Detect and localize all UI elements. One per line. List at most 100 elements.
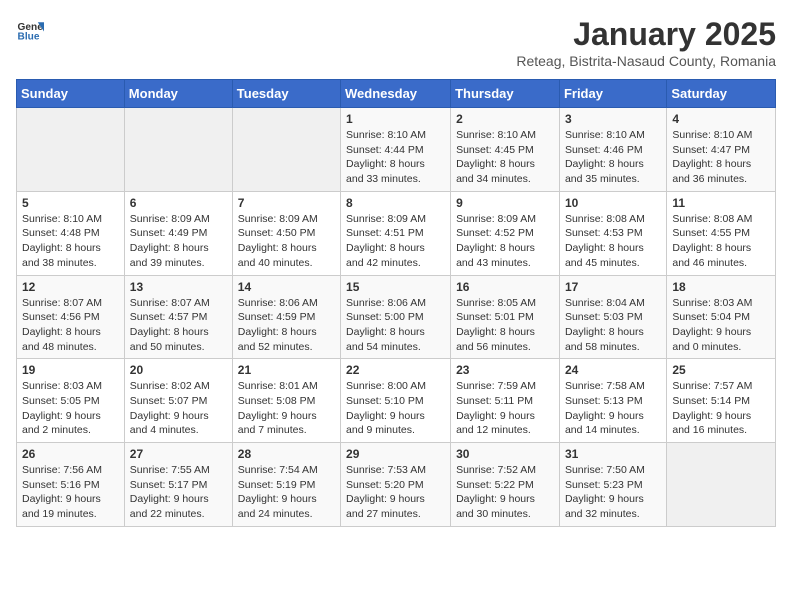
calendar-cell: 25 Sunrise: 7:57 AM Sunset: 5:14 PM Dayli… [667,359,776,443]
day-info: Sunrise: 8:00 AM Sunset: 5:10 PM Dayligh… [346,379,445,438]
day-info: Sunrise: 8:01 AM Sunset: 5:08 PM Dayligh… [238,379,335,438]
calendar-cell: 19 Sunrise: 8:03 AM Sunset: 5:05 PM Dayli… [17,359,125,443]
day-info: Sunrise: 8:05 AM Sunset: 5:01 PM Dayligh… [456,296,554,355]
calendar-cell: 1 Sunrise: 8:10 AM Sunset: 4:44 PM Daylig… [341,108,451,192]
day-number: 16 [456,280,554,294]
calendar-cell: 9 Sunrise: 8:09 AM Sunset: 4:52 PM Daylig… [451,191,560,275]
day-info: Sunrise: 7:53 AM Sunset: 5:20 PM Dayligh… [346,463,445,522]
calendar-cell: 2Sunrise: 8:10 AM Sunset: 4:45 PM Daylig… [451,108,560,192]
calendar-table: SundayMondayTuesdayWednesdayThursdayFrid… [16,79,776,527]
calendar-cell: 4Sunrise: 8:10 AM Sunset: 4:47 PM Daylig… [667,108,776,192]
calendar-cell: 7 Sunrise: 8:09 AM Sunset: 4:50 PM Daylig… [232,191,340,275]
day-number: 11 [672,196,770,210]
weekday-header-friday: Friday [559,80,666,108]
day-info: Sunrise: 8:10 AM Sunset: 4:47 PM Dayligh… [672,128,770,187]
weekday-header-wednesday: Wednesday [341,80,451,108]
calendar-cell: 13Sunrise: 8:07 AM Sunset: 4:57 PM Dayli… [124,275,232,359]
day-number: 23 [456,363,554,377]
calendar-title: January 2025 [516,16,776,53]
weekday-header-monday: Monday [124,80,232,108]
calendar-cell: 29 Sunrise: 7:53 AM Sunset: 5:20 PM Dayli… [341,443,451,527]
page-header: General Blue January 2025 Reteag, Bistri… [16,16,776,69]
calendar-cell: 10 Sunrise: 8:08 AM Sunset: 4:53 PM Dayli… [559,191,666,275]
day-number: 19 [22,363,119,377]
day-number: 8 [346,196,445,210]
day-info: Sunrise: 7:57 AM Sunset: 5:14 PM Dayligh… [672,379,770,438]
weekday-header-tuesday: Tuesday [232,80,340,108]
day-info: Sunrise: 7:50 AM Sunset: 5:23 PM Dayligh… [565,463,661,522]
day-number: 6 [130,196,227,210]
day-info: Sunrise: 8:10 AM Sunset: 4:44 PM Dayligh… [346,128,445,187]
day-info: Sunrise: 8:02 AM Sunset: 5:07 PM Dayligh… [130,379,227,438]
day-number: 21 [238,363,335,377]
calendar-cell: 16 Sunrise: 8:05 AM Sunset: 5:01 PM Dayli… [451,275,560,359]
calendar-cell: 28 Sunrise: 7:54 AM Sunset: 5:19 PM Dayli… [232,443,340,527]
day-number: 26 [22,447,119,461]
weekday-header-saturday: Saturday [667,80,776,108]
calendar-cell [232,108,340,192]
calendar-cell: 26Sunrise: 7:56 AM Sunset: 5:16 PM Dayli… [17,443,125,527]
day-info: Sunrise: 8:03 AM Sunset: 5:04 PM Dayligh… [672,296,770,355]
day-number: 12 [22,280,119,294]
calendar-cell: 22 Sunrise: 8:00 AM Sunset: 5:10 PM Dayli… [341,359,451,443]
calendar-cell: 6Sunrise: 8:09 AM Sunset: 4:49 PM Daylig… [124,191,232,275]
day-info: Sunrise: 7:59 AM Sunset: 5:11 PM Dayligh… [456,379,554,438]
calendar-cell: 27 Sunrise: 7:55 AM Sunset: 5:17 PM Dayli… [124,443,232,527]
calendar-cell: 18 Sunrise: 8:03 AM Sunset: 5:04 PM Dayli… [667,275,776,359]
day-info: Sunrise: 8:08 AM Sunset: 4:53 PM Dayligh… [565,212,661,271]
day-number: 9 [456,196,554,210]
logo-icon: General Blue [16,16,44,44]
calendar-cell: 11 Sunrise: 8:08 AM Sunset: 4:55 PM Dayli… [667,191,776,275]
weekday-header-thursday: Thursday [451,80,560,108]
day-info: Sunrise: 8:08 AM Sunset: 4:55 PM Dayligh… [672,212,770,271]
day-number: 15 [346,280,445,294]
calendar-cell: 21 Sunrise: 8:01 AM Sunset: 5:08 PM Dayli… [232,359,340,443]
day-number: 25 [672,363,770,377]
day-info: Sunrise: 8:10 AM Sunset: 4:46 PM Dayligh… [565,128,661,187]
calendar-week-1: 1 Sunrise: 8:10 AM Sunset: 4:44 PM Daylig… [17,108,776,192]
day-info: Sunrise: 8:07 AM Sunset: 4:57 PM Dayligh… [130,296,227,355]
calendar-cell: 15 Sunrise: 8:06 AM Sunset: 5:00 PM Dayli… [341,275,451,359]
weekday-header-row: SundayMondayTuesdayWednesdayThursdayFrid… [17,80,776,108]
day-info: Sunrise: 8:06 AM Sunset: 5:00 PM Dayligh… [346,296,445,355]
calendar-cell: 12 Sunrise: 8:07 AM Sunset: 4:56 PM Dayli… [17,275,125,359]
day-info: Sunrise: 8:03 AM Sunset: 5:05 PM Dayligh… [22,379,119,438]
day-info: Sunrise: 7:54 AM Sunset: 5:19 PM Dayligh… [238,463,335,522]
day-info: Sunrise: 8:07 AM Sunset: 4:56 PM Dayligh… [22,296,119,355]
calendar-week-5: 26Sunrise: 7:56 AM Sunset: 5:16 PM Dayli… [17,443,776,527]
day-number: 5 [22,196,119,210]
day-number: 29 [346,447,445,461]
day-number: 18 [672,280,770,294]
day-number: 27 [130,447,227,461]
calendar-week-4: 19 Sunrise: 8:03 AM Sunset: 5:05 PM Dayli… [17,359,776,443]
day-info: Sunrise: 8:09 AM Sunset: 4:51 PM Dayligh… [346,212,445,271]
day-number: 10 [565,196,661,210]
day-info: Sunrise: 7:55 AM Sunset: 5:17 PM Dayligh… [130,463,227,522]
logo: General Blue [16,16,44,44]
calendar-cell: 14Sunrise: 8:06 AM Sunset: 4:59 PM Dayli… [232,275,340,359]
day-number: 3 [565,112,661,126]
day-info: Sunrise: 8:10 AM Sunset: 4:48 PM Dayligh… [22,212,119,271]
day-number: 2 [456,112,554,126]
day-info: Sunrise: 8:09 AM Sunset: 4:52 PM Dayligh… [456,212,554,271]
calendar-cell: 17Sunrise: 8:04 AM Sunset: 5:03 PM Dayli… [559,275,666,359]
day-number: 31 [565,447,661,461]
day-number: 20 [130,363,227,377]
day-info: Sunrise: 8:06 AM Sunset: 4:59 PM Dayligh… [238,296,335,355]
day-number: 1 [346,112,445,126]
day-number: 24 [565,363,661,377]
day-number: 7 [238,196,335,210]
calendar-cell: 20 Sunrise: 8:02 AM Sunset: 5:07 PM Dayli… [124,359,232,443]
title-block: January 2025 Reteag, Bistrita-Nasaud Cou… [516,16,776,69]
calendar-cell: 31 Sunrise: 7:50 AM Sunset: 5:23 PM Dayli… [559,443,666,527]
day-number: 30 [456,447,554,461]
day-number: 28 [238,447,335,461]
day-number: 22 [346,363,445,377]
day-info: Sunrise: 8:09 AM Sunset: 4:50 PM Dayligh… [238,212,335,271]
day-number: 17 [565,280,661,294]
calendar-cell: 23 Sunrise: 7:59 AM Sunset: 5:11 PM Dayli… [451,359,560,443]
calendar-subtitle: Reteag, Bistrita-Nasaud County, Romania [516,53,776,69]
calendar-week-3: 12 Sunrise: 8:07 AM Sunset: 4:56 PM Dayli… [17,275,776,359]
day-info: Sunrise: 7:52 AM Sunset: 5:22 PM Dayligh… [456,463,554,522]
svg-text:Blue: Blue [18,31,40,42]
